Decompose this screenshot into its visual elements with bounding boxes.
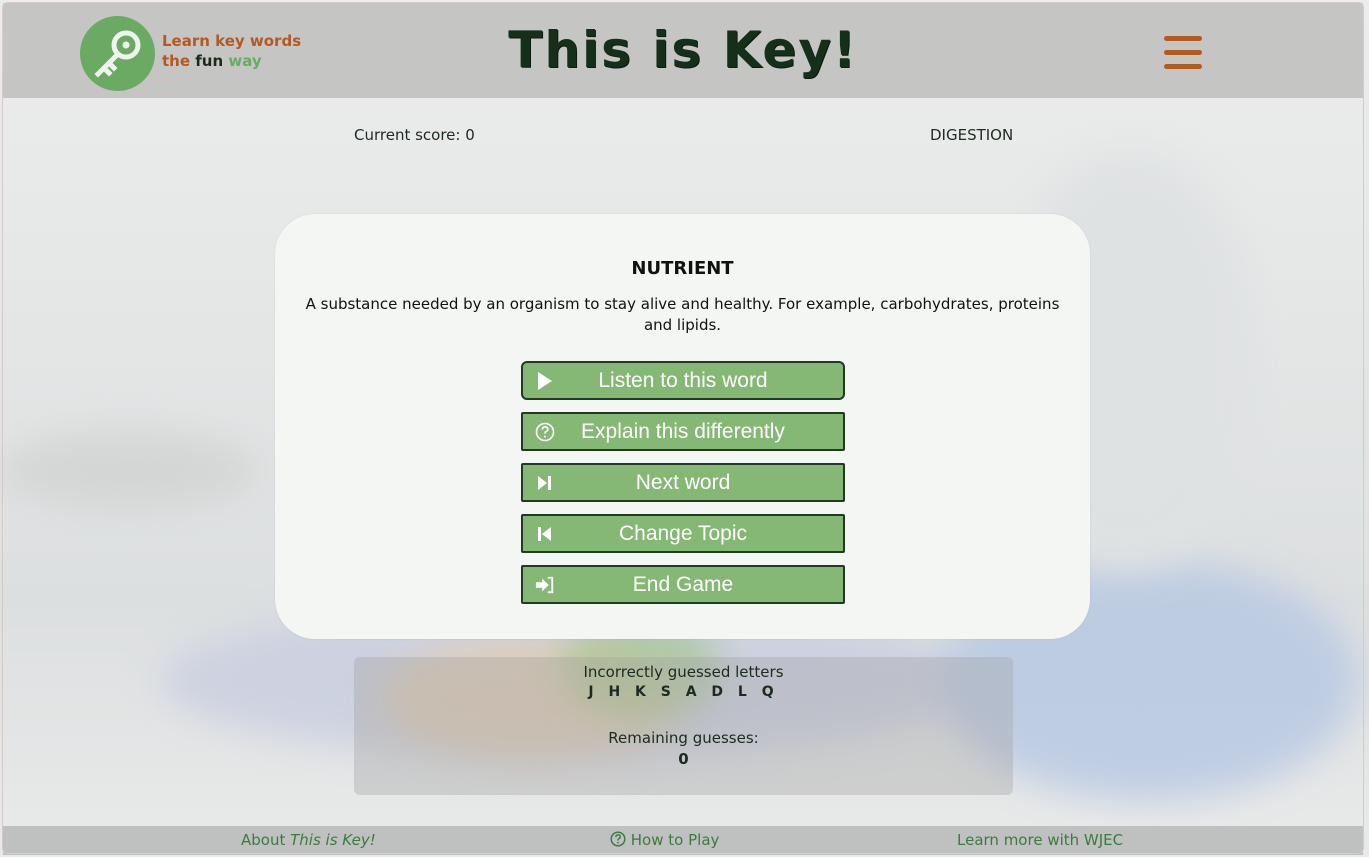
learn-more-wjec-link[interactable]: Learn more with WJEC bbox=[957, 831, 1123, 849]
question-circle-icon bbox=[610, 831, 626, 847]
incorrect-letters-label: Incorrectly guessed letters bbox=[583, 663, 784, 681]
skip-forward-icon bbox=[538, 476, 551, 490]
explain-differently-button[interactable]: Explain this differently bbox=[521, 412, 845, 451]
remaining-guesses-value: 0 bbox=[678, 750, 689, 768]
guesses-panel: Incorrectly guessed letters J H K S A D … bbox=[354, 657, 1013, 795]
change-topic-button-label: Change Topic bbox=[618, 521, 748, 545]
incorrect-letters: J H K S A D L Q bbox=[588, 684, 779, 700]
about-link[interactable]: About This is Key! bbox=[241, 831, 376, 849]
how-to-play-link[interactable]: How to Play bbox=[610, 831, 719, 849]
key-word: NUTRIENT bbox=[631, 258, 734, 279]
hamburger-menu-icon[interactable] bbox=[1164, 36, 1202, 70]
explain-button-label: Explain this differently bbox=[581, 419, 785, 443]
remaining-guesses-label: Remaining guesses: bbox=[608, 729, 759, 747]
current-score: Current score: 0 bbox=[354, 126, 475, 144]
about-link-prefix: About bbox=[241, 831, 291, 849]
skip-back-icon bbox=[538, 527, 551, 541]
listen-button-label: Listen to this word bbox=[598, 368, 768, 392]
change-topic-button[interactable]: Change Topic bbox=[521, 514, 845, 553]
play-icon bbox=[538, 372, 552, 390]
how-to-play-label: How to Play bbox=[630, 831, 720, 849]
word-definition: A substance needed by an organism to sta… bbox=[305, 295, 1060, 334]
word-definition-card: NUTRIENT A substance needed by an organi… bbox=[275, 214, 1090, 639]
key-logo-icon[interactable] bbox=[80, 16, 155, 91]
listen-button[interactable]: Listen to this word bbox=[521, 361, 845, 400]
site-header: Learn key words the fun way This is Key! bbox=[3, 3, 1363, 98]
current-topic: DIGESTION bbox=[930, 126, 1014, 144]
sign-in-arrow-icon bbox=[535, 576, 554, 594]
page-title: This is Key! bbox=[508, 21, 858, 79]
logo-line-1: Learn key words bbox=[162, 32, 302, 50]
end-game-button[interactable]: End Game bbox=[521, 565, 845, 604]
next-word-button[interactable]: Next word bbox=[521, 463, 845, 502]
question-circle-icon bbox=[535, 422, 555, 442]
end-game-button-label: End Game bbox=[632, 572, 734, 596]
logo-word-the: the bbox=[162, 52, 191, 70]
logo-word-way: way bbox=[228, 52, 262, 70]
next-word-button-label: Next word bbox=[635, 470, 731, 494]
logo-tagline: Learn key words the fun way bbox=[162, 31, 301, 71]
about-link-title: This is Key! bbox=[290, 831, 376, 849]
logo-line-2: the fun way bbox=[162, 51, 301, 71]
site-footer: About This is Key! How to Play Learn mor… bbox=[3, 826, 1363, 855]
logo-word-fun: fun bbox=[195, 52, 224, 70]
